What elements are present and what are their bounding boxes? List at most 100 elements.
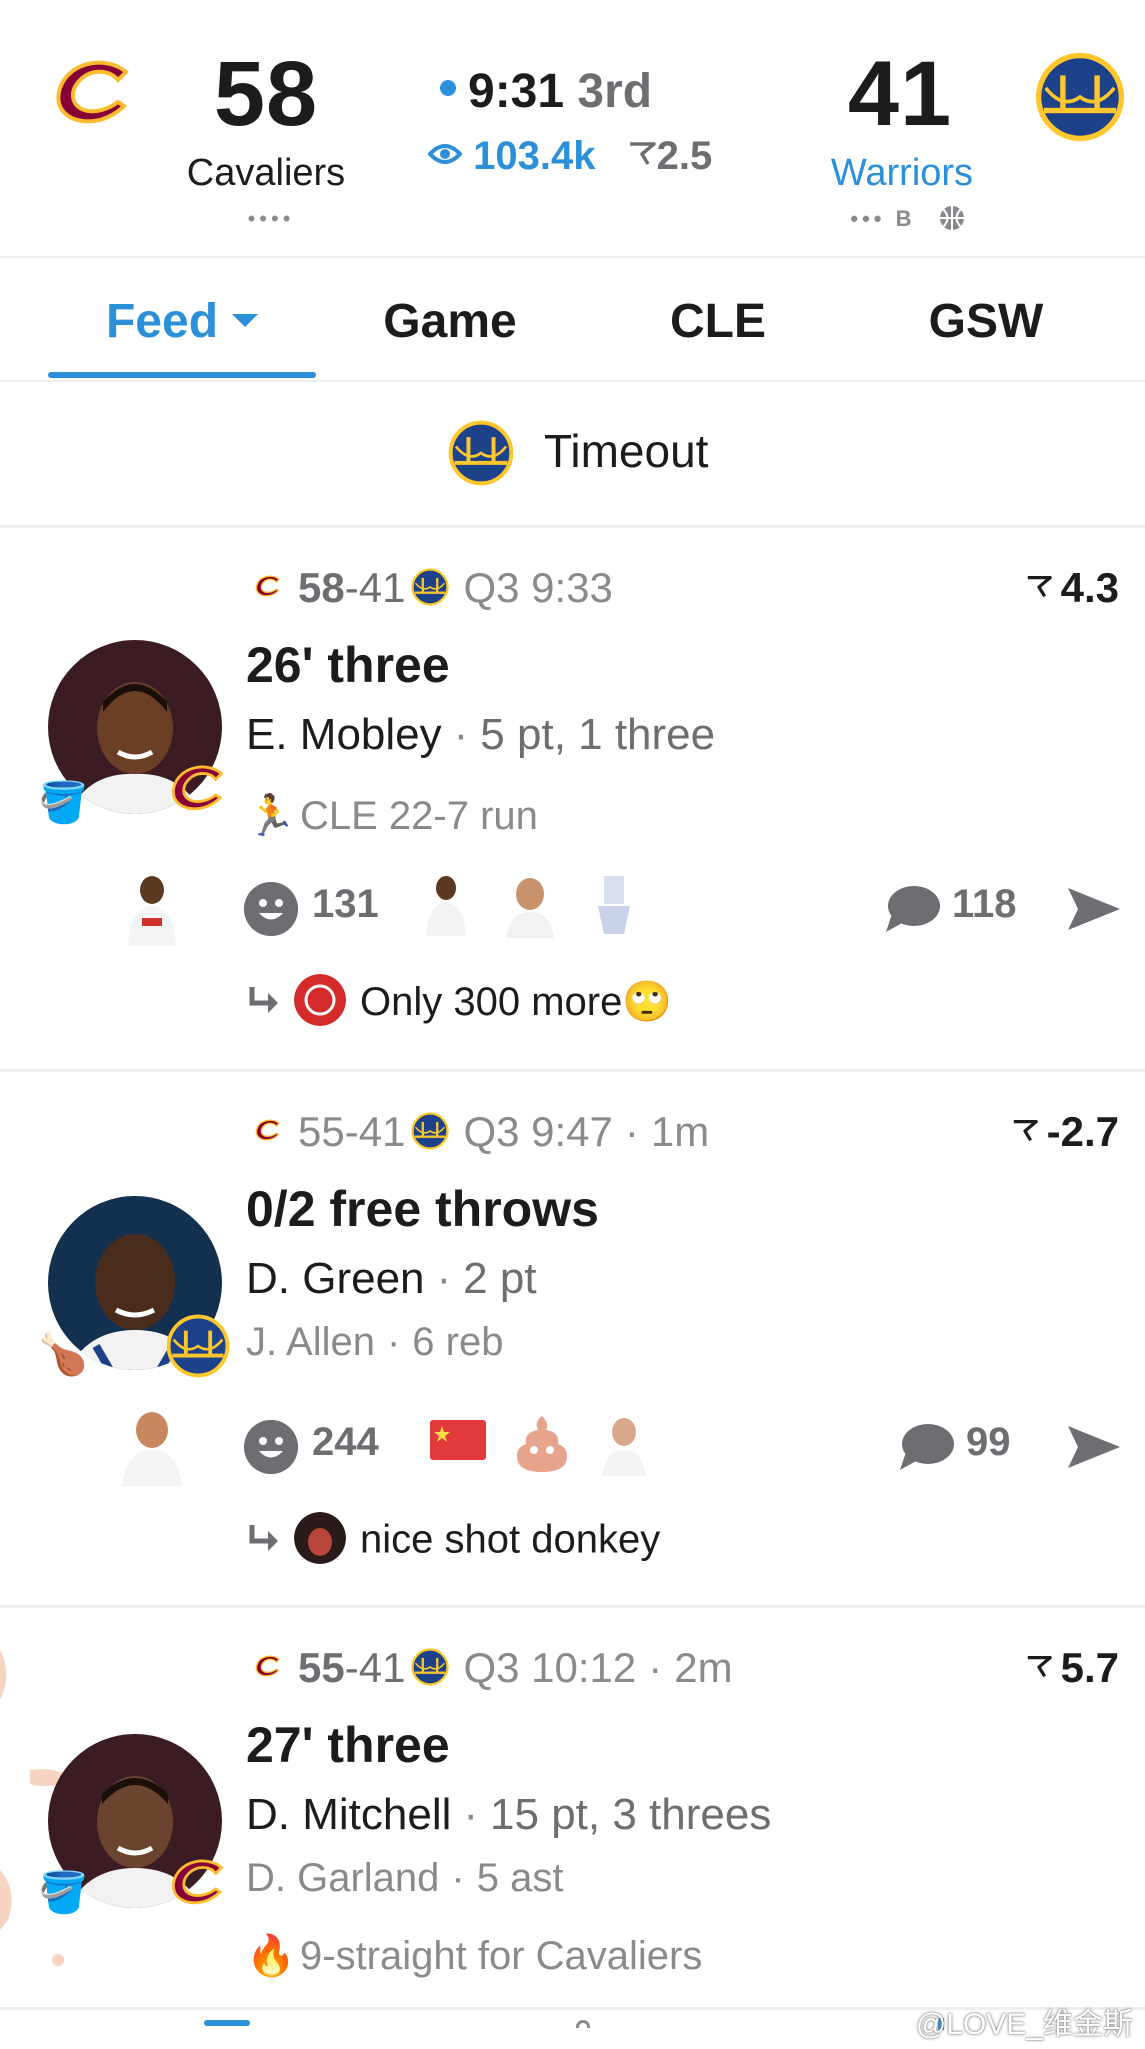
- play-meta: 58-41 Q3 9:33: [246, 564, 613, 612]
- tab-bar: Feed Game CLE GSW: [0, 260, 1145, 382]
- home-score: 58: [213, 43, 319, 145]
- game-stats-line: 103.4k 2.5: [427, 134, 758, 179]
- home-score: 55: [298, 1644, 345, 1691]
- away-timeouts-indicator: ••• B: [828, 206, 988, 234]
- secondary-player-name[interactable]: J. Allen: [246, 1320, 375, 1364]
- feed-card[interactable]: 58-41 Q3 9:33 4.3 🪣 26' three E. Mobley · 5…: [0, 530, 1145, 1072]
- play-meta: 55-41 Q3 10:12 · 2m: [246, 1644, 733, 1692]
- play-headline: 27' three: [246, 1717, 450, 1773]
- odds-value: -2.7: [1046, 1108, 1119, 1155]
- odds-value: 4.3: [1060, 564, 1119, 611]
- home-score: 58: [298, 564, 345, 611]
- reaction-row: 131 118: [0, 868, 1145, 948]
- odds-change[interactable]: 5.7: [1025, 1644, 1119, 1692]
- bucket-icon: 🪣: [38, 781, 88, 825]
- play-time: Q3 10:12: [463, 1644, 637, 1691]
- home-team-name[interactable]: Cavaliers: [136, 152, 396, 195]
- secondary-player-line: D. Garland · 5 ast: [246, 1856, 564, 1900]
- play-time: Q3 9:47: [463, 1108, 613, 1155]
- top-reply[interactable]: Only 300 more🙄: [246, 974, 1046, 1038]
- play-age: 1m: [650, 1108, 710, 1155]
- player-stat: 15 pt, 3 threes: [490, 1790, 772, 1839]
- player-line: D. Green · 2 pt: [246, 1254, 537, 1303]
- tab-feed[interactable]: Feed: [48, 260, 316, 380]
- smile-icon[interactable]: [244, 882, 298, 936]
- odds-flag-icon: [1013, 1119, 1038, 1142]
- reaction-sticker[interactable]: [416, 872, 476, 938]
- warriors-logo: [411, 1112, 450, 1150]
- eye-icon: [427, 144, 463, 165]
- reactor-avatar[interactable]: [112, 1406, 192, 1486]
- reply-user-avatar[interactable]: [294, 974, 346, 1027]
- player-stat: 5 pt, 1 three: [480, 710, 716, 759]
- fire-icon: 🔥: [246, 1934, 296, 1978]
- odds-flag-icon: [1027, 575, 1052, 598]
- player-stat: 2 pt: [463, 1254, 537, 1303]
- timeout-banner: Timeout: [0, 384, 1145, 528]
- away-score: 41: [358, 1108, 406, 1155]
- reply-arrow-icon: [249, 1525, 278, 1551]
- reaction-sticker[interactable]: [594, 1410, 654, 1476]
- away-indicator-text: ••• B: [850, 206, 916, 231]
- poop-sticker[interactable]: [512, 1410, 572, 1476]
- tab-cle[interactable]: CLE: [584, 260, 852, 380]
- comment-icon[interactable]: [884, 884, 940, 934]
- odds-value: 5.7: [1060, 1644, 1119, 1691]
- player-name[interactable]: E. Mobley: [246, 710, 442, 759]
- secondary-player-name[interactable]: D. Garland: [246, 1856, 439, 1900]
- odds-change[interactable]: 4.3: [1025, 564, 1119, 612]
- scoreboard-header: 58 Cavaliers •••• 9:31 3rd 103.4k 2.5 41…: [0, 0, 1145, 258]
- top-reply[interactable]: nice shot donkey: [246, 1512, 1046, 1576]
- nav-icon-fragment: [576, 2020, 590, 2028]
- play-time: Q3 9:33: [463, 564, 613, 611]
- secondary-player-stat: 5 ast: [476, 1856, 564, 1900]
- cavaliers-logo[interactable]: [48, 50, 138, 140]
- player-name[interactable]: D. Green: [246, 1254, 425, 1303]
- reaction-count: 131: [312, 882, 379, 926]
- share-icon[interactable]: [1066, 884, 1122, 934]
- play-headline: 26' three: [246, 637, 450, 693]
- warriors-logo[interactable]: [1035, 52, 1125, 142]
- avatar-image: [294, 974, 346, 1027]
- viewer-count: 103.4k: [473, 134, 596, 178]
- timeout-text: Timeout: [544, 425, 709, 477]
- odds-change[interactable]: -2.7: [1011, 1108, 1119, 1156]
- reaction-sticker[interactable]: [584, 872, 644, 938]
- reactor-avatar[interactable]: [112, 868, 192, 948]
- home-score: 55: [298, 1108, 345, 1155]
- nav-icon-fragment: [204, 2020, 250, 2026]
- avatar-image: [294, 1512, 346, 1564]
- cavaliers-logo: [171, 1859, 223, 1905]
- reaction-sticker[interactable]: [500, 872, 560, 938]
- smile-icon[interactable]: [244, 1420, 298, 1474]
- tab-feed-label: Feed: [105, 295, 219, 348]
- away-team-name[interactable]: Warriors: [772, 152, 1032, 195]
- share-icon[interactable]: [1066, 1422, 1122, 1472]
- warriors-logo: [448, 420, 514, 486]
- streak-note: 🔥 9-straight for Cavaliers: [246, 1932, 702, 1979]
- tab-gsw[interactable]: GSW: [852, 260, 1120, 380]
- live-indicator-icon: [440, 80, 456, 97]
- reply-user-avatar[interactable]: [294, 1512, 346, 1564]
- away-score: 41: [358, 1644, 406, 1691]
- reply-text: nice shot donkey: [360, 1517, 661, 1562]
- watermark: @LOVE_维金斯: [915, 2008, 1133, 2041]
- feed-card[interactable]: 55-41 Q3 10:12 · 2m 5.7 🪣 27' three D. Mitc…: [0, 1610, 1145, 2010]
- secondary-player-stat: 6 reb: [412, 1320, 504, 1364]
- feed-card[interactable]: 55-41 Q3 9:47 · 1m -2.7 🍗 0/2 free throws D…: [0, 1074, 1145, 1608]
- odds-flag-icon: [1027, 1655, 1052, 1678]
- streak-note-text: 9-straight for Cavaliers: [300, 1934, 703, 1978]
- cavaliers-logo: [255, 1655, 280, 1677]
- cavaliers-logo: [255, 575, 280, 597]
- player-line: E. Mobley · 5 pt, 1 three: [246, 710, 716, 759]
- running-icon: 🏃: [246, 794, 296, 838]
- china-flag-sticker[interactable]: [430, 1418, 486, 1462]
- warriors-logo: [411, 568, 450, 606]
- reaction-row: 244 99: [0, 1406, 1145, 1486]
- play-meta: 55-41 Q3 9:47 · 1m: [246, 1108, 709, 1156]
- player-name[interactable]: D. Mitchell: [246, 1790, 451, 1839]
- basketball-possession-icon: [939, 206, 964, 231]
- warriors-logo: [166, 1314, 230, 1378]
- tab-game[interactable]: Game: [316, 260, 584, 380]
- comment-icon[interactable]: [898, 1422, 954, 1472]
